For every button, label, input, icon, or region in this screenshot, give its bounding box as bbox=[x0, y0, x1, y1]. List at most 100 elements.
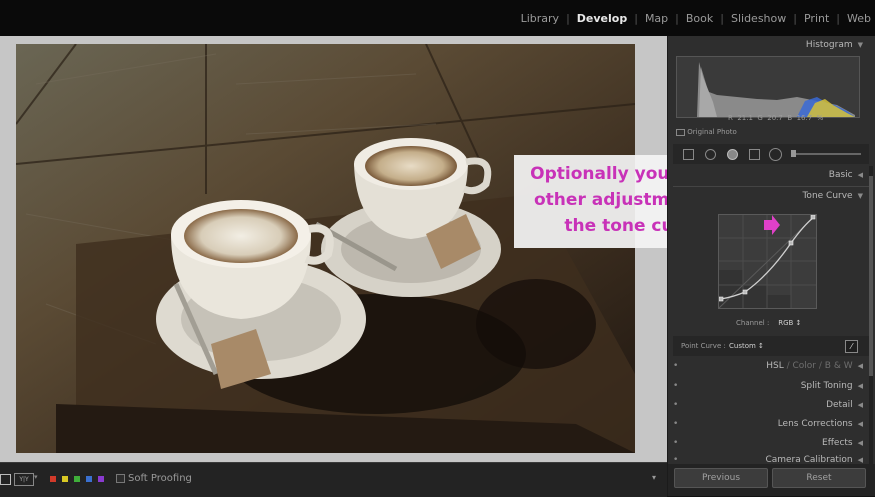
split-toning-header[interactable]: • Split Toning ◀ bbox=[673, 377, 869, 395]
photo-icon bbox=[676, 128, 685, 136]
collapse-triangle-icon: ▼ bbox=[857, 41, 863, 49]
red-eye-icon[interactable] bbox=[727, 149, 738, 160]
before-after-dropdown-icon[interactable]: ▾ bbox=[34, 473, 38, 481]
g-label: G bbox=[757, 114, 763, 122]
effects-title: Effects bbox=[822, 438, 853, 448]
module-map[interactable]: Map bbox=[645, 12, 668, 25]
module-library[interactable]: Library bbox=[521, 12, 559, 25]
color-label-purple[interactable] bbox=[98, 476, 104, 482]
detail-header[interactable]: • Detail ◀ bbox=[673, 396, 869, 414]
module-separator: | bbox=[793, 12, 797, 25]
bw-tab[interactable]: B & W bbox=[825, 361, 853, 371]
lens-corrections-title: Lens Corrections bbox=[777, 419, 853, 429]
radial-filter-icon[interactable] bbox=[769, 148, 782, 161]
module-book[interactable]: Book bbox=[686, 12, 713, 25]
scrollbar-thumb[interactable] bbox=[869, 176, 873, 376]
toolbar-menu-icon[interactable]: ▾ bbox=[652, 473, 656, 482]
hsl-header[interactable]: • HSL / Color / B & W ◀ bbox=[673, 357, 869, 375]
edit-point-curve-icon[interactable]: ⁄ bbox=[845, 340, 858, 353]
panel-switch-icon: • bbox=[673, 361, 679, 371]
camera-calibration-header[interactable]: • Camera Calibration ◀ bbox=[673, 453, 869, 464]
color-label-red[interactable] bbox=[50, 476, 56, 482]
g-value: 20.7 bbox=[767, 114, 783, 122]
reset-button[interactable]: Reset bbox=[772, 468, 866, 488]
collapse-triangle-icon: ▼ bbox=[857, 192, 863, 200]
histogram-header[interactable]: Histogram ▼ bbox=[673, 36, 869, 54]
expand-triangle-icon: ◀ bbox=[857, 382, 863, 390]
module-separator: | bbox=[566, 12, 570, 25]
curve-point[interactable] bbox=[810, 214, 816, 220]
channel-label: Channel : bbox=[736, 319, 770, 327]
bottom-toolbar: Y|Y ▾ Soft Proofing ▾ bbox=[0, 462, 667, 497]
loupe-view-icon[interactable] bbox=[0, 474, 11, 485]
expand-triangle-icon: ◀ bbox=[857, 171, 863, 179]
histogram-chart bbox=[697, 62, 855, 117]
detail-title: Detail bbox=[826, 400, 853, 410]
module-develop[interactable]: Develop bbox=[577, 12, 627, 25]
histogram-title: Histogram bbox=[805, 40, 853, 50]
crop-tool-icon[interactable] bbox=[683, 149, 694, 160]
channel-value[interactable]: RGB ↕ bbox=[778, 319, 801, 327]
module-separator: | bbox=[720, 12, 724, 25]
original-photo-label: Original Photo bbox=[687, 128, 737, 136]
curve-point[interactable] bbox=[718, 296, 724, 302]
module-picker-bar: Library | Develop | Map | Book | Slideshow | Print… bbox=[0, 0, 875, 36]
previous-button[interactable]: Previous bbox=[674, 468, 768, 488]
point-curve-label: Point Curve : bbox=[681, 342, 726, 350]
expand-triangle-icon: ◀ bbox=[857, 401, 863, 409]
right-develop-panel: Histogram ▼ R 21.1 G 20.7 B 16.7 % Origin… bbox=[667, 36, 875, 496]
color-label-yellow[interactable] bbox=[62, 476, 68, 482]
module-separator: | bbox=[675, 12, 679, 25]
point-curve-dropdown[interactable]: Custom ↕ bbox=[729, 342, 764, 350]
rgb-readout: R 21.1 G 20.7 B 16.7 % bbox=[728, 114, 823, 122]
module-separator: | bbox=[634, 12, 638, 25]
expand-triangle-icon: ◀ bbox=[857, 362, 863, 370]
expand-triangle-icon: ◀ bbox=[857, 439, 863, 447]
brush-knob-icon[interactable] bbox=[791, 150, 796, 157]
r-value: 21.1 bbox=[737, 114, 753, 122]
panel-scrollbar[interactable] bbox=[869, 166, 873, 466]
basic-title: Basic bbox=[828, 170, 853, 180]
curve-point[interactable] bbox=[742, 289, 748, 295]
lens-corrections-header[interactable]: • Lens Corrections ◀ bbox=[673, 415, 869, 433]
image-canvas[interactable] bbox=[0, 36, 667, 462]
graduated-filter-icon[interactable] bbox=[749, 149, 760, 160]
curve-point[interactable] bbox=[788, 240, 794, 246]
photo-preview[interactable] bbox=[16, 44, 635, 453]
module-separator: | bbox=[836, 12, 841, 25]
module-print[interactable]: Print bbox=[804, 12, 829, 25]
tool-strip bbox=[673, 144, 869, 164]
panel-switch-icon: • bbox=[673, 419, 679, 429]
panel-switch-icon: • bbox=[673, 455, 679, 464]
module-slideshow[interactable]: Slideshow bbox=[731, 12, 786, 25]
color-tab[interactable]: Color bbox=[793, 361, 817, 371]
panel-switch-icon: • bbox=[673, 381, 679, 391]
soft-proofing-checkbox[interactable] bbox=[116, 474, 125, 483]
soft-proofing-label: Soft Proofing bbox=[128, 473, 192, 484]
adjustment-brush-slider[interactable] bbox=[793, 153, 861, 155]
coffee-cups-photo bbox=[16, 44, 635, 453]
percent-unit: % bbox=[816, 114, 824, 122]
channel-selector[interactable]: Channel : RGB ↕ bbox=[736, 319, 801, 327]
camera-calibration-title: Camera Calibration bbox=[765, 455, 853, 464]
split-toning-title: Split Toning bbox=[800, 381, 853, 391]
expand-triangle-icon: ◀ bbox=[857, 456, 863, 464]
pink-arrow-icon bbox=[764, 215, 780, 235]
point-curve-row: Point Curve : Custom ↕ ⁄ bbox=[673, 336, 869, 356]
hsl-tab[interactable]: HSL bbox=[766, 361, 784, 371]
tone-curve-header[interactable]: Tone Curve ▼ bbox=[673, 187, 869, 205]
basic-header[interactable]: Basic ◀ bbox=[673, 166, 869, 184]
before-after-view-icon[interactable]: Y|Y bbox=[14, 473, 34, 486]
panel-switch-icon: • bbox=[673, 438, 679, 448]
original-photo-toggle[interactable]: Original Photo bbox=[676, 128, 737, 136]
spot-removal-icon[interactable] bbox=[705, 149, 716, 160]
tone-curve-title: Tone Curve bbox=[802, 191, 853, 201]
color-label-green[interactable] bbox=[74, 476, 80, 482]
previous-reset-bar: Previous Reset bbox=[668, 464, 875, 496]
r-label: R bbox=[728, 114, 733, 122]
module-web[interactable]: Web bbox=[847, 12, 871, 25]
effects-header[interactable]: • Effects ◀ bbox=[673, 434, 869, 452]
histogram-display[interactable] bbox=[676, 56, 860, 118]
b-value: 16.7 bbox=[796, 114, 813, 122]
color-label-blue[interactable] bbox=[86, 476, 92, 482]
